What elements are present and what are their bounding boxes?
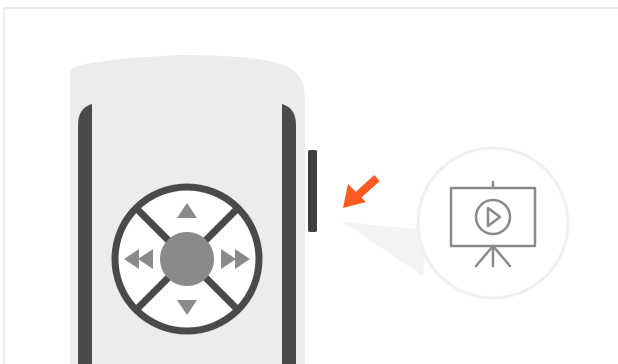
dpad[interactable] — [111, 183, 263, 335]
arrow-pointer-icon — [343, 175, 380, 208]
remote-illustration — [0, 0, 618, 364]
callout-beam — [343, 222, 427, 276]
center-button[interactable] — [160, 232, 214, 286]
left-grip — [78, 104, 92, 364]
right-grip — [282, 104, 296, 364]
illustration-canvas — [3, 7, 618, 364]
side-button[interactable] — [308, 150, 317, 232]
